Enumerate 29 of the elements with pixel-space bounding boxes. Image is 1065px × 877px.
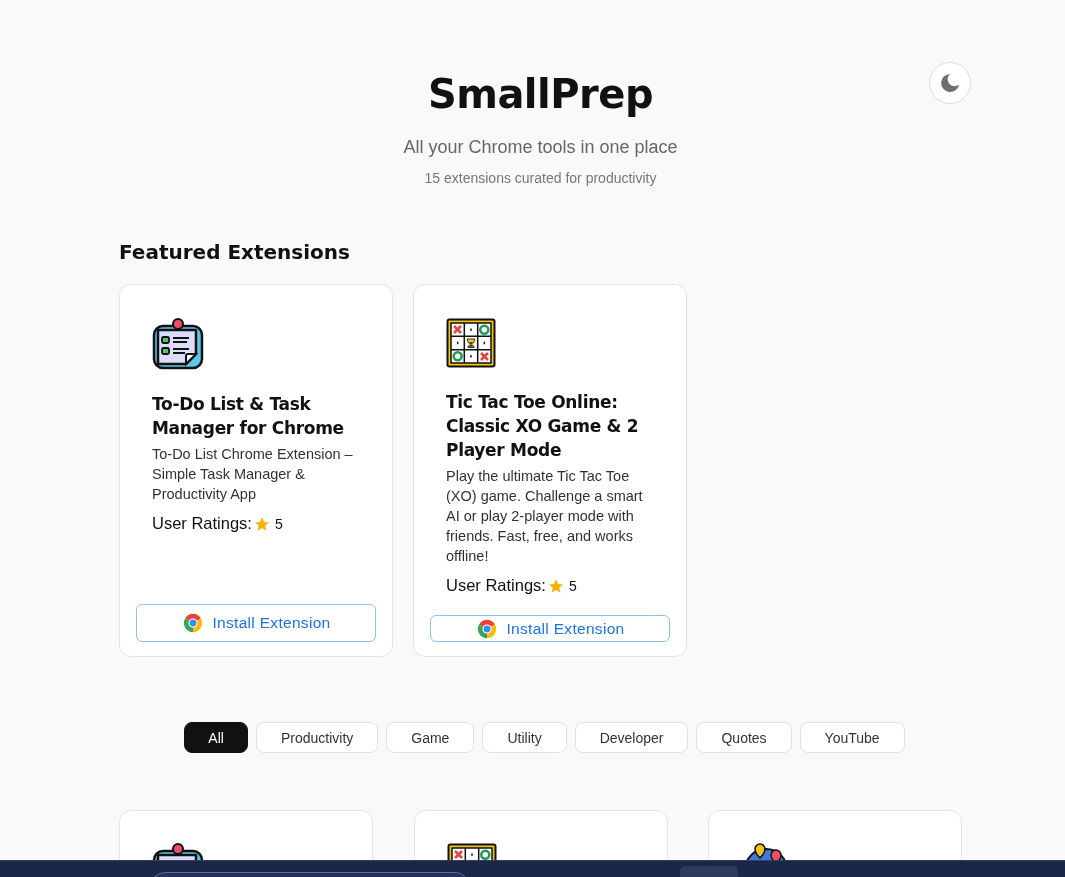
site-subtitle: All your Chrome tools in one place — [403, 137, 678, 158]
extension-count: 15 extensions curated for productivity — [424, 170, 657, 186]
star-icon — [547, 577, 564, 594]
moon-icon — [940, 73, 960, 93]
chrome-logo-icon — [475, 617, 498, 640]
install-extension-button[interactable]: Install Extension — [136, 604, 376, 642]
extension-title: To-Do List & Task Manager for Chrome — [152, 393, 345, 440]
category-filter-tab[interactable]: Developer — [574, 722, 689, 753]
ratings-label: User Ratings: — [446, 576, 546, 595]
category-filter-tab[interactable]: Utility — [482, 722, 567, 753]
rating-value: 5 — [568, 577, 577, 594]
install-extension-button[interactable]: Install Extension — [430, 615, 670, 642]
category-filter-tab[interactable]: Quotes — [696, 722, 792, 753]
rating-value: 5 — [274, 515, 283, 532]
chrome-logo-icon — [181, 612, 204, 634]
star-icon — [253, 515, 270, 532]
tic-tac-toe-icon — [446, 318, 496, 368]
ratings-label: User Ratings: — [152, 514, 252, 533]
section-heading: Featured Extensions — [119, 239, 351, 265]
category-filter-tab[interactable]: YouTube — [799, 722, 905, 753]
category-filter-tab[interactable]: Productivity — [255, 722, 379, 753]
category-filter-tab[interactable]: Game — [386, 722, 475, 753]
extension-title: Tic Tac Toe Online: Classic XO Game & 2 Player Mode — [446, 391, 640, 462]
extension-description: To-Do List Chrome Extension – Simple Task Manager & Productivity App — [152, 445, 354, 504]
site-title: SmallPrep — [427, 70, 654, 119]
theme-toggle-button[interactable] — [929, 62, 971, 104]
category-filter-tab[interactable]: All — [184, 722, 248, 753]
clipboard-icon — [152, 318, 204, 370]
extension-description: Play the ultimate Tic Tac Toe (XO) game. Challenge a smart AI or play 2-player mode with friends. Fast, free, and works offline! — [446, 467, 644, 566]
